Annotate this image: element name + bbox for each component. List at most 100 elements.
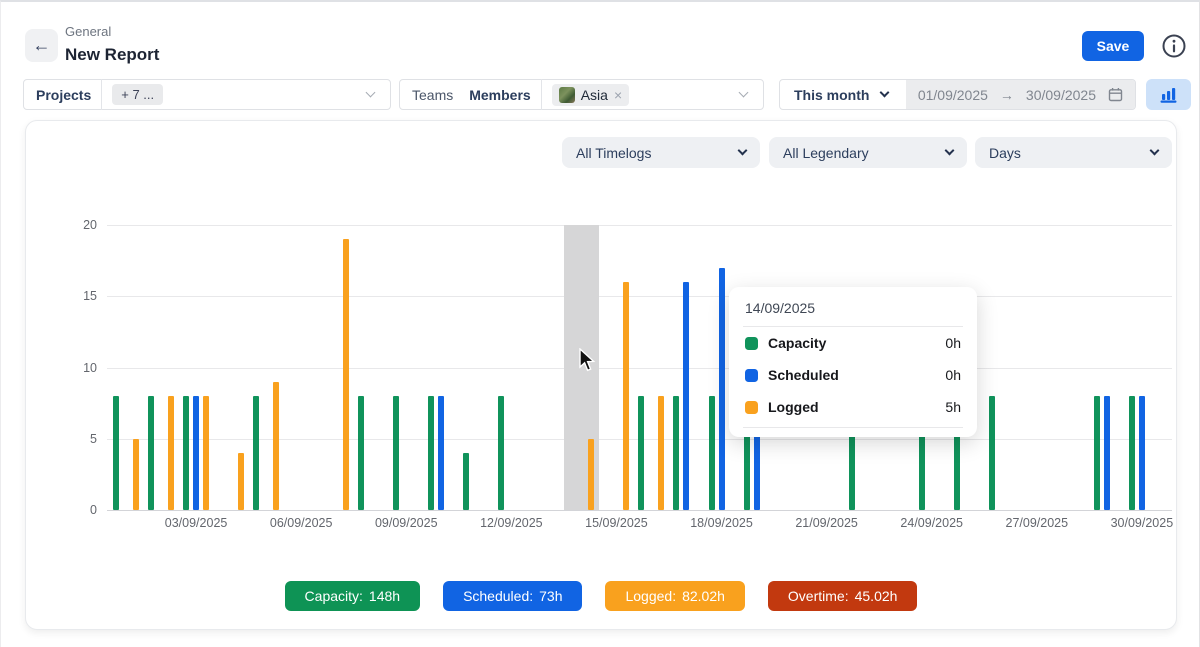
projects-filter[interactable]: Projects + 7 ... xyxy=(23,79,391,110)
bar-capacity[interactable] xyxy=(1094,396,1100,510)
member-avatar xyxy=(559,87,575,103)
x-axis-tick: 30/09/2025 xyxy=(1111,516,1174,530)
legend-value: 82.02h xyxy=(682,588,725,604)
legend-value: 45.02h xyxy=(855,588,898,604)
bar-logged[interactable] xyxy=(343,239,349,510)
granularity-select[interactable]: Days xyxy=(975,137,1172,168)
chart-view-button[interactable] xyxy=(1146,79,1191,110)
bar-capacity[interactable] xyxy=(393,396,399,510)
bar-capacity[interactable] xyxy=(463,453,469,510)
bar-capacity[interactable] xyxy=(1129,396,1135,510)
tooltip-label: Logged xyxy=(768,399,819,415)
legend-label: Overtime: xyxy=(788,588,849,604)
projects-label: Projects xyxy=(24,87,91,103)
date-to: 30/09/2025 xyxy=(1026,87,1096,103)
divider xyxy=(101,79,102,110)
bar-scheduled[interactable] xyxy=(1139,396,1145,510)
bar-capacity[interactable] xyxy=(148,396,154,510)
legend-label: Logged: xyxy=(625,588,676,604)
mouse-cursor xyxy=(576,348,598,379)
tooltip-row-scheduled: Scheduled 0h xyxy=(729,359,977,391)
tooltip-date: 14/09/2025 xyxy=(729,287,977,326)
legend-value: 148h xyxy=(369,588,400,604)
bar-logged[interactable] xyxy=(273,382,279,510)
gridline xyxy=(107,296,1172,297)
legend-overtime-button[interactable]: Overtime: 45.02h xyxy=(768,581,918,611)
chevron-down-icon xyxy=(366,88,376,98)
legend-value: 73h xyxy=(539,588,562,604)
bar-capacity[interactable] xyxy=(673,396,679,510)
bar-logged[interactable] xyxy=(623,282,629,510)
bar-capacity[interactable] xyxy=(428,396,434,510)
gridline xyxy=(107,510,1172,511)
x-axis-tick: 06/09/2025 xyxy=(270,516,333,530)
tooltip-label: Capacity xyxy=(768,335,826,351)
bar-scheduled[interactable] xyxy=(719,268,725,510)
y-axis-tick: 20 xyxy=(47,218,97,232)
scheduled-swatch xyxy=(745,369,758,382)
divider xyxy=(541,79,542,110)
date-filter: This month 01/09/2025 → 30/09/2025 xyxy=(779,79,1136,110)
x-axis-tick: 21/09/2025 xyxy=(795,516,858,530)
tooltip-label: Scheduled xyxy=(768,367,839,383)
date-range-picker[interactable]: 01/09/2025 → 30/09/2025 xyxy=(906,80,1135,109)
x-axis-tick: 12/09/2025 xyxy=(480,516,543,530)
logged-swatch xyxy=(745,401,758,414)
info-icon[interactable] xyxy=(1161,33,1187,59)
bar-logged[interactable] xyxy=(588,439,594,510)
members-tab[interactable]: Members xyxy=(469,87,530,103)
legend-scheduled-button[interactable]: Scheduled: 73h xyxy=(443,581,582,611)
bar-capacity[interactable] xyxy=(709,396,715,510)
summary-legend: Capacity: 148h Scheduled: 73h Logged: 82… xyxy=(26,581,1176,611)
bar-capacity[interactable] xyxy=(183,396,189,510)
bar-capacity[interactable] xyxy=(253,396,259,510)
divider xyxy=(743,427,963,428)
bar-capacity[interactable] xyxy=(113,396,119,510)
breadcrumb: General xyxy=(65,24,111,39)
chevron-down-icon xyxy=(738,146,748,156)
x-axis-tick: 24/09/2025 xyxy=(900,516,963,530)
granularity-select-value: Days xyxy=(989,145,1021,161)
bar-chart-icon xyxy=(1159,86,1179,104)
legend-capacity-button[interactable]: Capacity: 148h xyxy=(285,581,421,611)
chart-tooltip: 14/09/2025 Capacity 0h Scheduled 0h Logg… xyxy=(729,287,977,437)
member-tag-asia[interactable]: Asia × xyxy=(552,84,629,106)
bar-logged[interactable] xyxy=(203,396,209,510)
bar-logged[interactable] xyxy=(238,453,244,510)
x-axis-tick: 18/09/2025 xyxy=(690,516,753,530)
legend-logged-button[interactable]: Logged: 82.02h xyxy=(605,581,744,611)
gridline xyxy=(107,225,1172,226)
period-select[interactable]: This month xyxy=(780,87,902,103)
bar-logged[interactable] xyxy=(133,439,139,510)
bar-capacity[interactable] xyxy=(638,396,644,510)
legendary-select[interactable]: All Legendary xyxy=(769,137,967,168)
teams-tab[interactable]: Teams xyxy=(400,87,453,103)
bar-capacity[interactable] xyxy=(358,396,364,510)
bar-capacity[interactable] xyxy=(498,396,504,510)
tooltip-value: 5h xyxy=(945,399,961,415)
bar-scheduled[interactable] xyxy=(193,396,199,510)
report-chart-card: All Timelogs All Legendary Days 05101520… xyxy=(25,120,1177,630)
member-name: Asia xyxy=(581,87,608,103)
bar-capacity[interactable] xyxy=(989,396,995,510)
date-from: 01/09/2025 xyxy=(918,87,988,103)
save-button[interactable]: Save xyxy=(1082,31,1144,61)
tooltip-row-capacity: Capacity 0h xyxy=(729,327,977,359)
y-axis-tick: 5 xyxy=(47,432,97,446)
bar-scheduled[interactable] xyxy=(438,396,444,510)
legend-label: Scheduled: xyxy=(463,588,533,604)
x-axis-tick: 03/09/2025 xyxy=(165,516,228,530)
timelogs-select[interactable]: All Timelogs xyxy=(562,137,760,168)
legend-label: Capacity: xyxy=(305,588,363,604)
legendary-select-value: All Legendary xyxy=(783,145,869,161)
x-axis-tick: 15/09/2025 xyxy=(585,516,648,530)
bar-logged[interactable] xyxy=(658,396,664,510)
y-axis-tick: 10 xyxy=(47,361,97,375)
bar-scheduled[interactable] xyxy=(1104,396,1110,510)
bar-scheduled[interactable] xyxy=(683,282,689,510)
bar-logged[interactable] xyxy=(168,396,174,510)
projects-more-chip[interactable]: + 7 ... xyxy=(112,84,163,105)
tooltip-row-logged: Logged 5h xyxy=(729,391,977,423)
back-button[interactable]: ← xyxy=(25,29,58,62)
remove-member-icon[interactable]: × xyxy=(614,87,622,103)
